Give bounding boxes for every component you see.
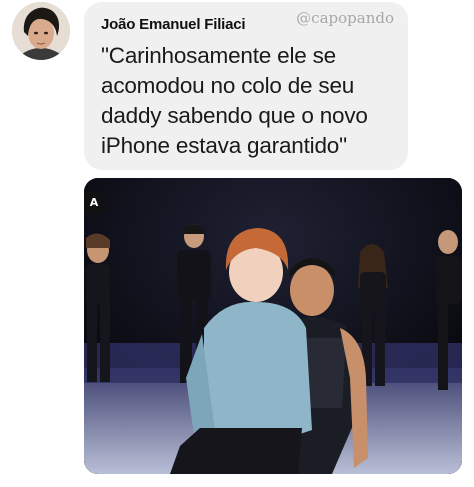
attached-photo[interactable] (84, 178, 462, 474)
comment-text: "Carinhosamente ele se acomodou no colo … (101, 43, 368, 158)
meme-post: João Emanuel Filiaci @capopando "Carinho… (0, 0, 474, 487)
avatar[interactable] (12, 2, 70, 60)
stage-scene-image (84, 178, 462, 474)
comment-header: João Emanuel Filiaci @capopando (101, 9, 394, 33)
author-name[interactable]: João Emanuel Filiaci (101, 16, 246, 33)
watermark-text: @capopando (296, 9, 394, 27)
corner-badge: A (84, 192, 104, 214)
avatar-portrait-icon (12, 2, 70, 60)
comment-bubble: João Emanuel Filiaci @capopando "Carinho… (84, 2, 408, 170)
